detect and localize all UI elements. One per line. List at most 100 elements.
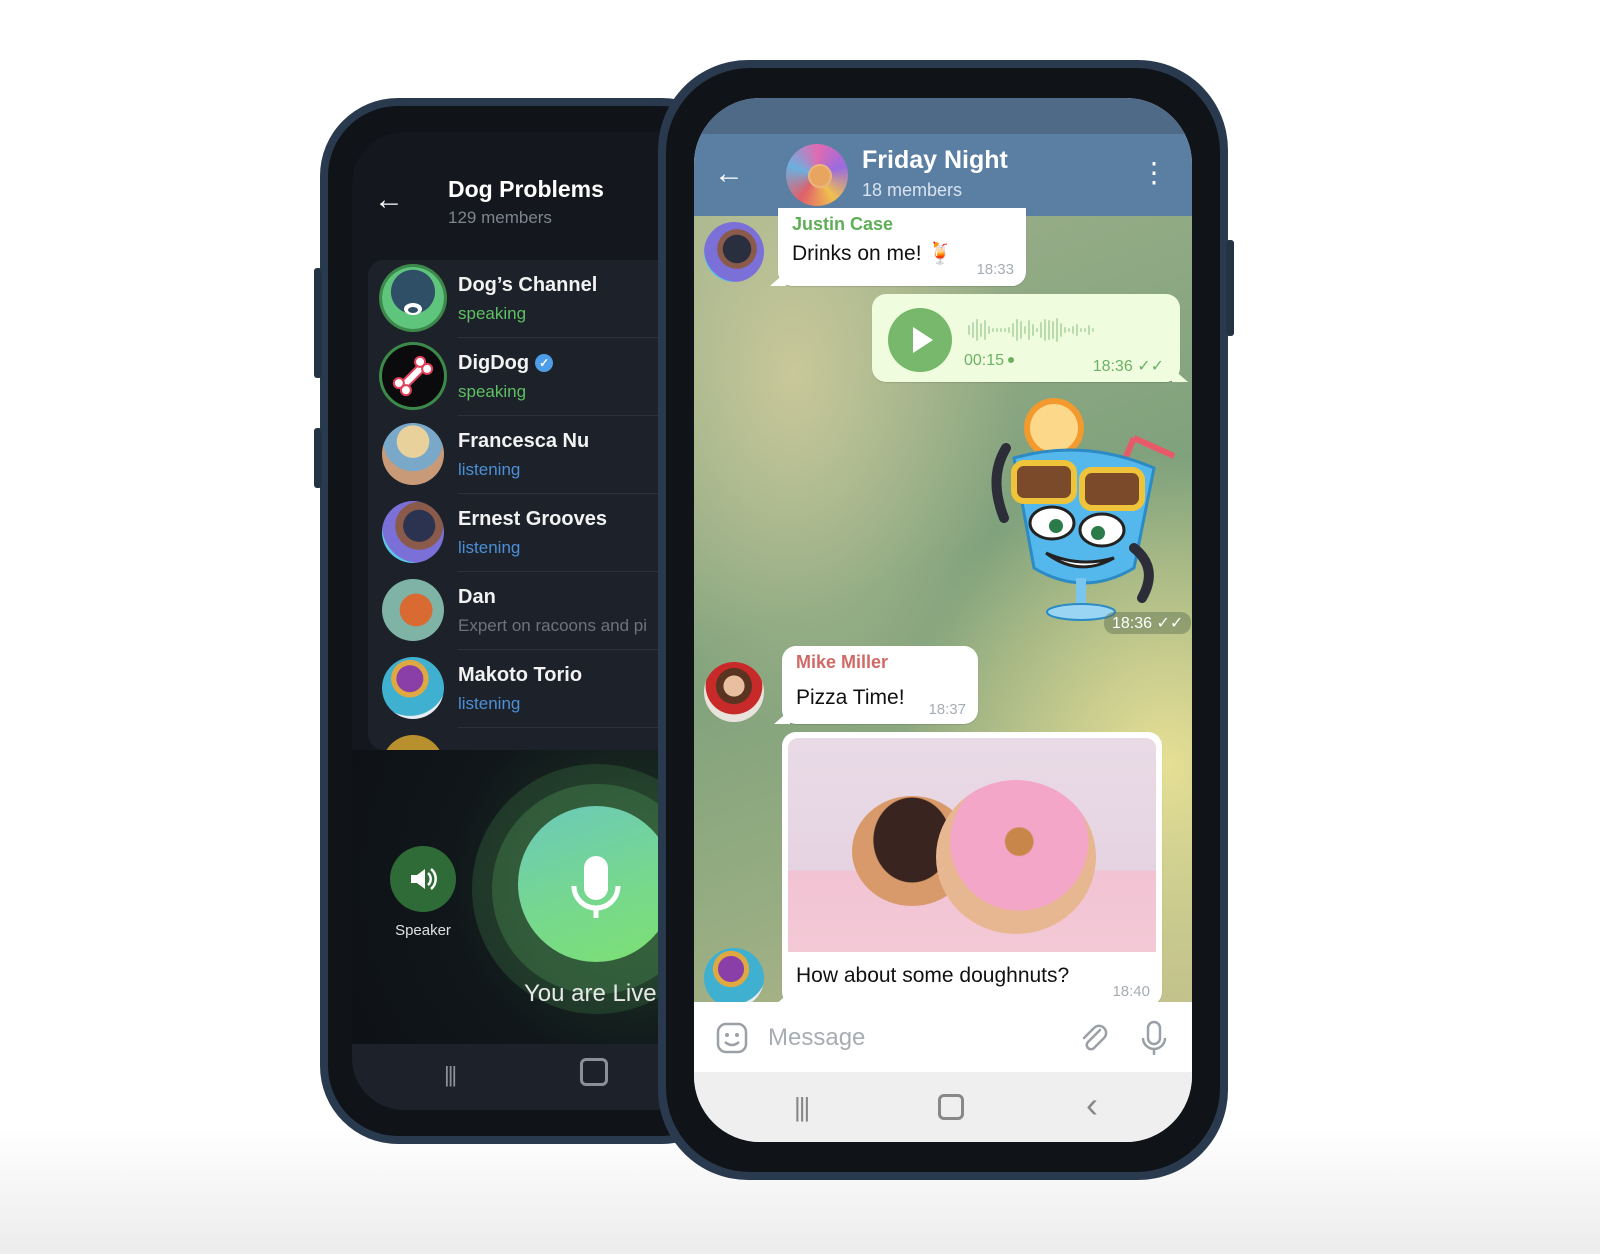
waveform-bar [1000, 328, 1002, 332]
home-icon[interactable] [938, 1094, 964, 1120]
avatar[interactable] [704, 662, 764, 722]
live-status-label: You are Live [524, 980, 657, 1007]
waveform-bar [992, 328, 994, 332]
waveform-bar [1056, 318, 1058, 342]
waveform-bar [1088, 325, 1090, 335]
waveform-bar [1080, 328, 1082, 332]
doughnut-photo[interactable] [788, 738, 1156, 952]
avatar [382, 267, 444, 329]
photo-message-bubble: How about some doughnuts? 18:40 [782, 732, 1162, 1006]
avatar[interactable] [704, 222, 764, 282]
waveform-bar [1064, 327, 1066, 333]
chat-phone: ← Friday Night 18 members ⋮ Justin Case … [658, 60, 1234, 1180]
waveform-bar [1012, 323, 1014, 337]
waveform-bar [1024, 326, 1026, 334]
message-input[interactable]: Message [768, 1024, 865, 1052]
participant-name: DigDog ✓ [458, 352, 554, 375]
speaker-label: Speaker [395, 922, 451, 939]
message-time: 18:33 [976, 261, 1014, 278]
avatar [382, 501, 444, 563]
avatar [382, 735, 444, 750]
voice-chat-title: Dog Problems [448, 176, 604, 202]
waveform-bar [1076, 324, 1078, 336]
waveform-bar [1004, 328, 1006, 332]
waveform-bar [1032, 324, 1034, 336]
waveform-bar [972, 322, 974, 338]
avatar [382, 345, 444, 407]
photo-caption: How about some doughnuts? [796, 964, 1070, 987]
back-arrow-icon[interactable]: ← [374, 182, 410, 218]
avatar [382, 423, 444, 485]
waveform-bar [1092, 328, 1094, 332]
waveform-bar [1040, 322, 1042, 338]
duration-text: 00:15 [964, 352, 1005, 369]
power-button [314, 428, 322, 488]
volume-button [314, 268, 322, 378]
read-checkmarks-icon: ✓✓ [1137, 358, 1164, 375]
chat-member-count: 18 members [862, 180, 963, 200]
play-button[interactable] [888, 308, 952, 372]
participant-status: listening [458, 460, 521, 479]
more-menu-icon[interactable]: ⋮ [1140, 156, 1168, 190]
participant-status: speaking [458, 304, 527, 323]
message-text: Pizza Time! [796, 686, 905, 709]
recent-apps-icon[interactable]: ||| [444, 1062, 457, 1088]
voice-message-bubble: 00:15 18:36 ✓✓ [872, 294, 1180, 382]
participant-status: listening [458, 694, 521, 713]
waveform-bar [968, 325, 970, 335]
waveform[interactable] [968, 316, 1168, 344]
waveform-bar [1016, 319, 1018, 341]
group-avatar[interactable] [786, 144, 848, 206]
sticker-time: 18:36 ✓✓ [1104, 612, 1192, 634]
avatar [382, 579, 444, 641]
message-time: 18:40 [1112, 983, 1150, 1000]
participant-status: speaking [458, 382, 527, 401]
message-bubble: Mike Miller Pizza Time! 18:37 [782, 646, 978, 724]
participant-name: Dan [458, 586, 496, 608]
voice-duration: 00:15 [964, 352, 1015, 370]
back-nav-icon[interactable]: ‹ [1086, 1084, 1098, 1126]
time-text: 18:36 [1092, 358, 1133, 375]
recent-apps-icon[interactable]: ||| [794, 1092, 810, 1123]
waveform-bar [996, 328, 998, 332]
waveform-bar [1020, 321, 1022, 339]
chat-title[interactable]: Friday Night [862, 146, 1008, 175]
waveform-bar [1028, 320, 1030, 340]
avatar [382, 657, 444, 719]
message-list: Justin Case Drinks on me! 🍹 18:33 00:15 … [694, 208, 1192, 1008]
waveform-bar [1008, 327, 1010, 333]
sticker-icon[interactable] [714, 1020, 750, 1056]
waveform-bar [1060, 323, 1062, 337]
waveform-bar [1044, 319, 1046, 341]
status-bar [694, 98, 1192, 134]
sender-name: Mike Miller [796, 652, 889, 672]
cocktail-sticker[interactable] [984, 398, 1184, 628]
attach-icon[interactable] [1076, 1020, 1112, 1056]
back-arrow-icon[interactable]: ← [714, 154, 744, 194]
avatar[interactable] [704, 948, 764, 1008]
chat-screen: ← Friday Night 18 members ⋮ Justin Case … [694, 98, 1192, 1142]
android-nav-bar: ||| ‹ [694, 1072, 1192, 1142]
microphone-icon[interactable] [1136, 1018, 1172, 1058]
time-text: 18:36 [1112, 615, 1153, 632]
participant-name-text: DigDog [458, 352, 530, 374]
waveform-bar [976, 319, 978, 341]
waveform-bar [1072, 326, 1074, 334]
home-icon[interactable] [580, 1058, 608, 1086]
waveform-bar [984, 320, 986, 340]
chat-header: ← Friday Night 18 members ⋮ [694, 134, 1192, 216]
speaker-button[interactable] [390, 846, 456, 912]
unplayed-dot [1008, 357, 1015, 363]
waveform-bar [1052, 321, 1054, 339]
message-text: Drinks on me! 🍹 [792, 242, 954, 265]
message-bubble: Justin Case Drinks on me! 🍹 18:33 [778, 208, 1026, 286]
waveform-bar [1068, 328, 1070, 332]
participant-name: Ernest Grooves [458, 508, 607, 530]
side-button [1226, 240, 1234, 336]
waveform-bar [980, 323, 982, 337]
waveform-bar [1036, 328, 1038, 332]
voice-chat-member-count: 129 members [448, 208, 552, 227]
read-checkmarks-icon: ✓✓ [1156, 615, 1184, 632]
participant-status: listening [458, 538, 521, 557]
mute-toggle-button[interactable] [518, 806, 674, 962]
